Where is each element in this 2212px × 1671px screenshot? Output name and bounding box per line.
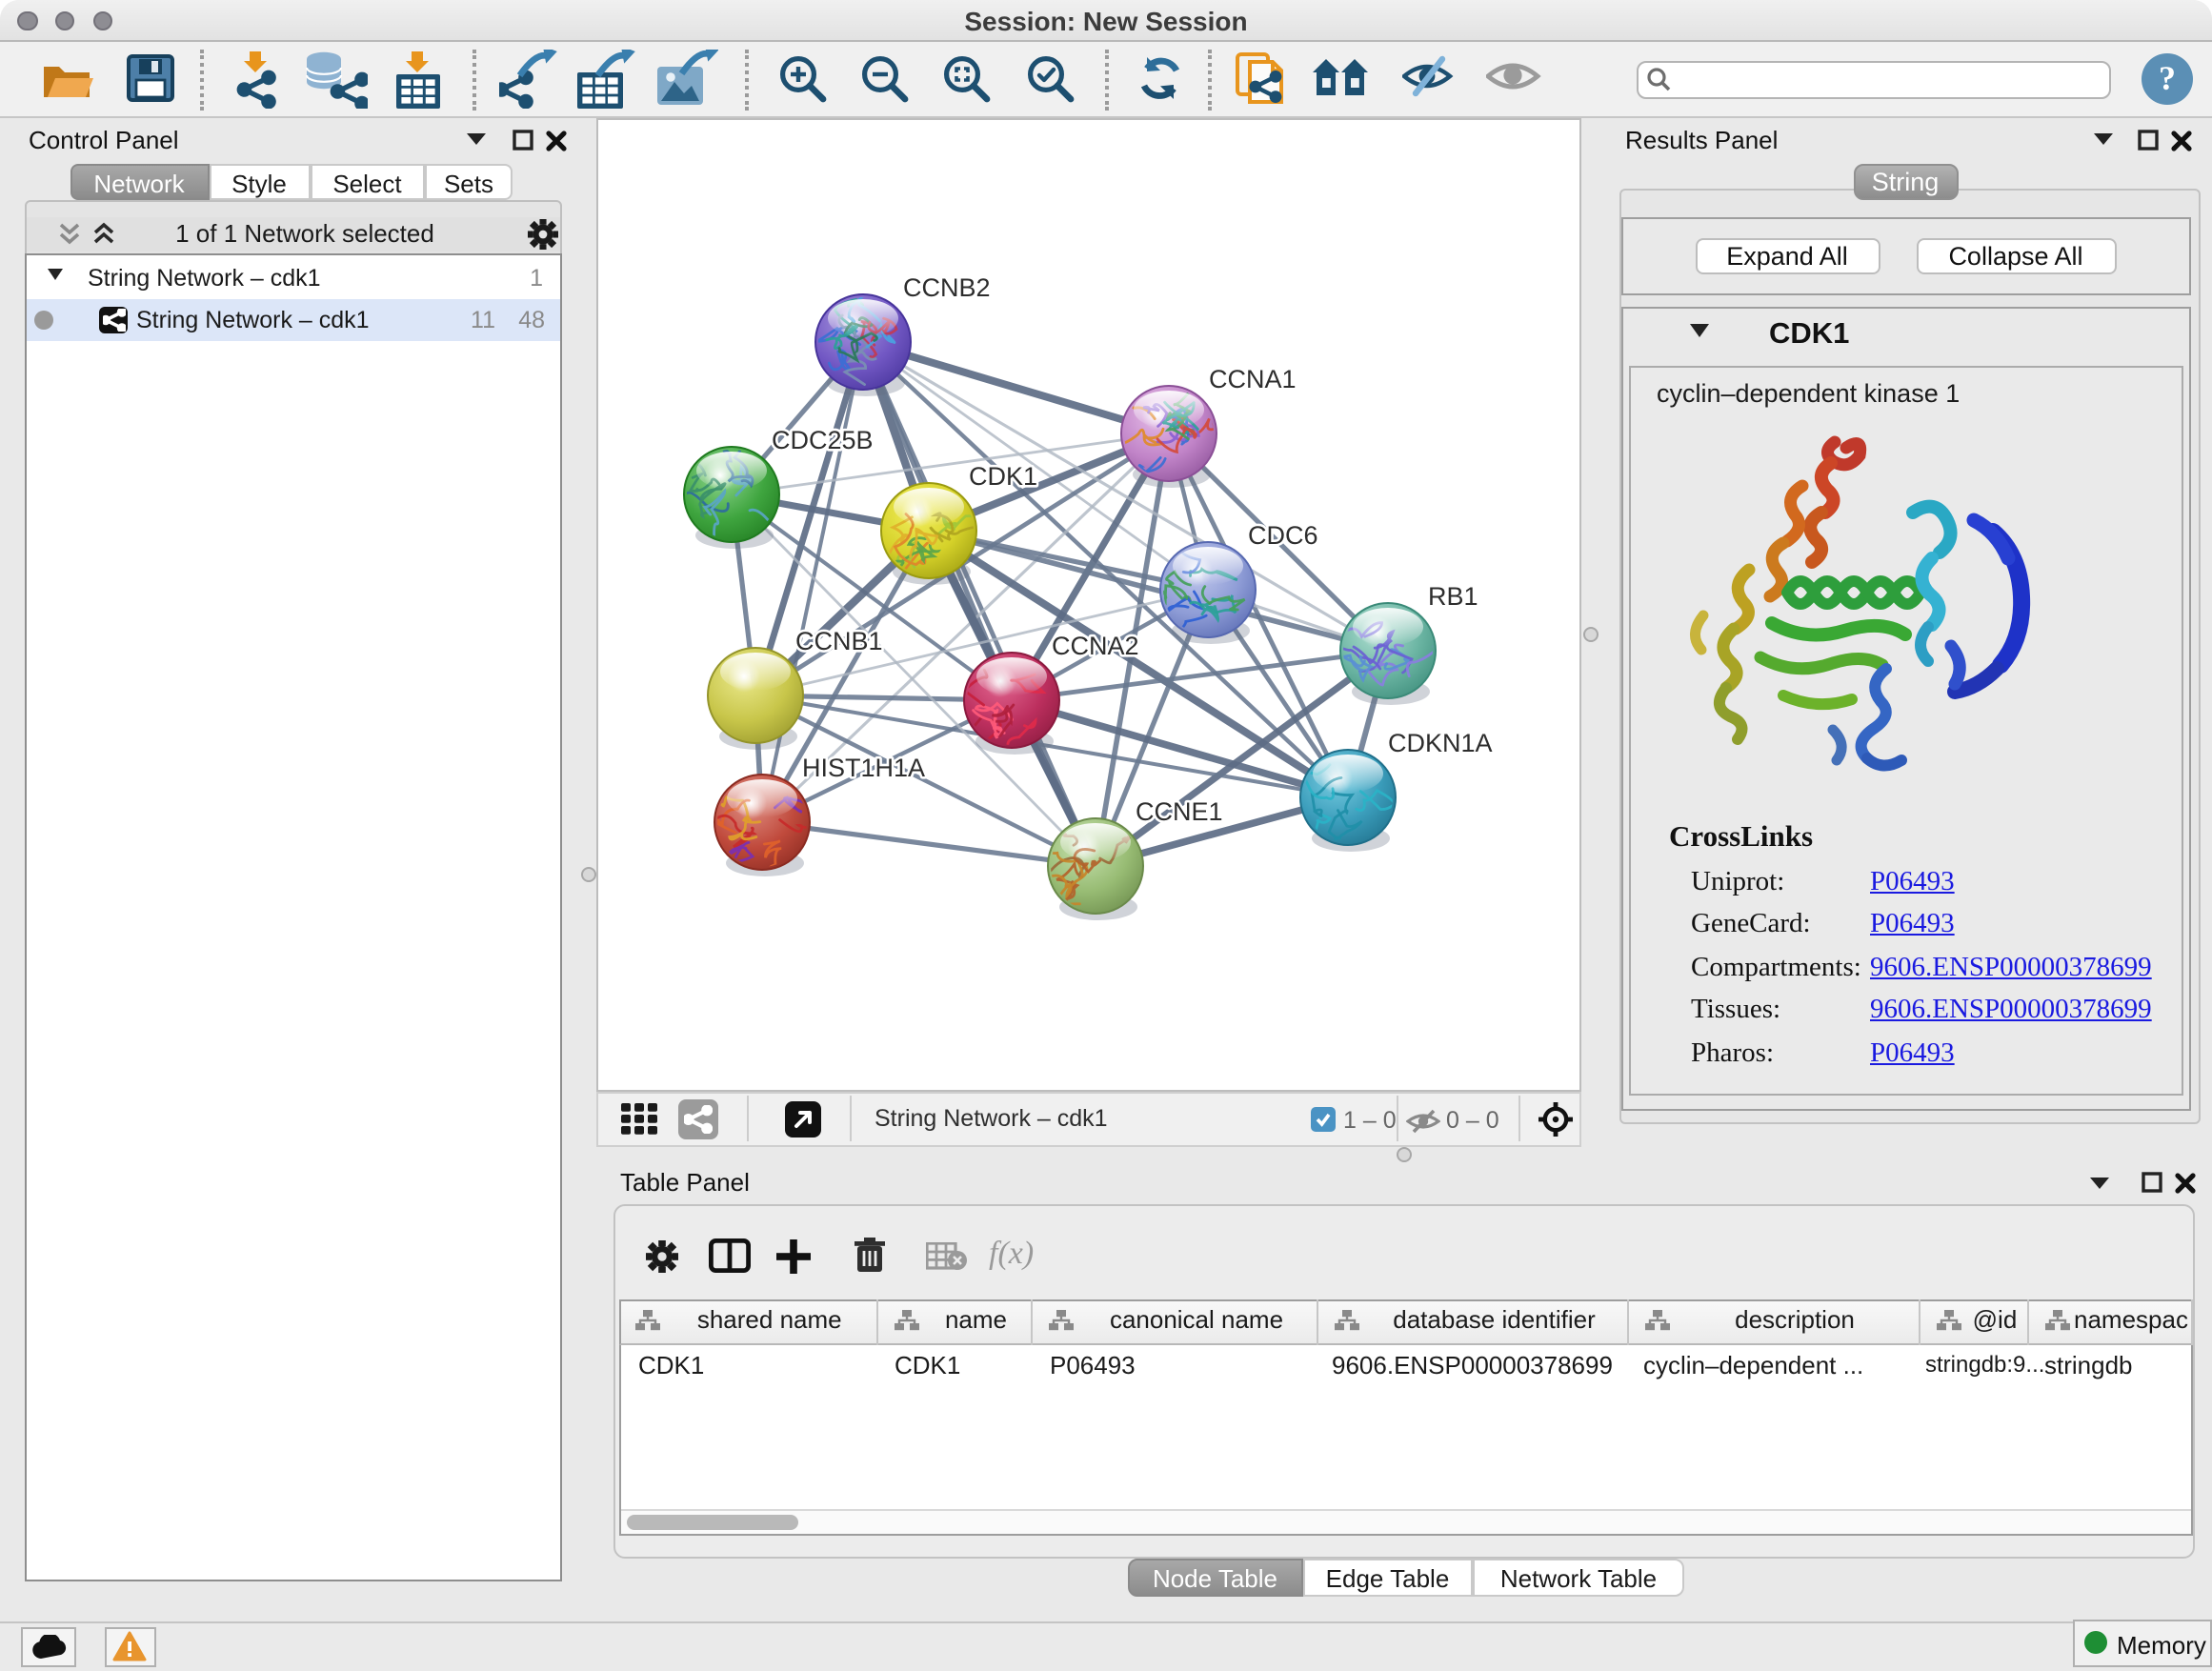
svg-text:CDKN1A: CDKN1A — [1388, 729, 1493, 757]
svg-text:CCNA1: CCNA1 — [1209, 365, 1297, 393]
svg-text:CCNB1: CCNB1 — [795, 627, 883, 655]
svg-text:CCNB2: CCNB2 — [903, 273, 991, 302]
svg-text:HIST1H1A: HIST1H1A — [802, 754, 925, 782]
svg-text:CCNA2: CCNA2 — [1052, 632, 1139, 660]
svg-text:CDC6: CDC6 — [1248, 521, 1318, 550]
svg-text:RB1: RB1 — [1428, 582, 1478, 611]
svg-text:CDK1: CDK1 — [969, 462, 1037, 491]
svg-text:CDC25B: CDC25B — [772, 426, 874, 454]
svg-text:CCNE1: CCNE1 — [1136, 797, 1223, 826]
